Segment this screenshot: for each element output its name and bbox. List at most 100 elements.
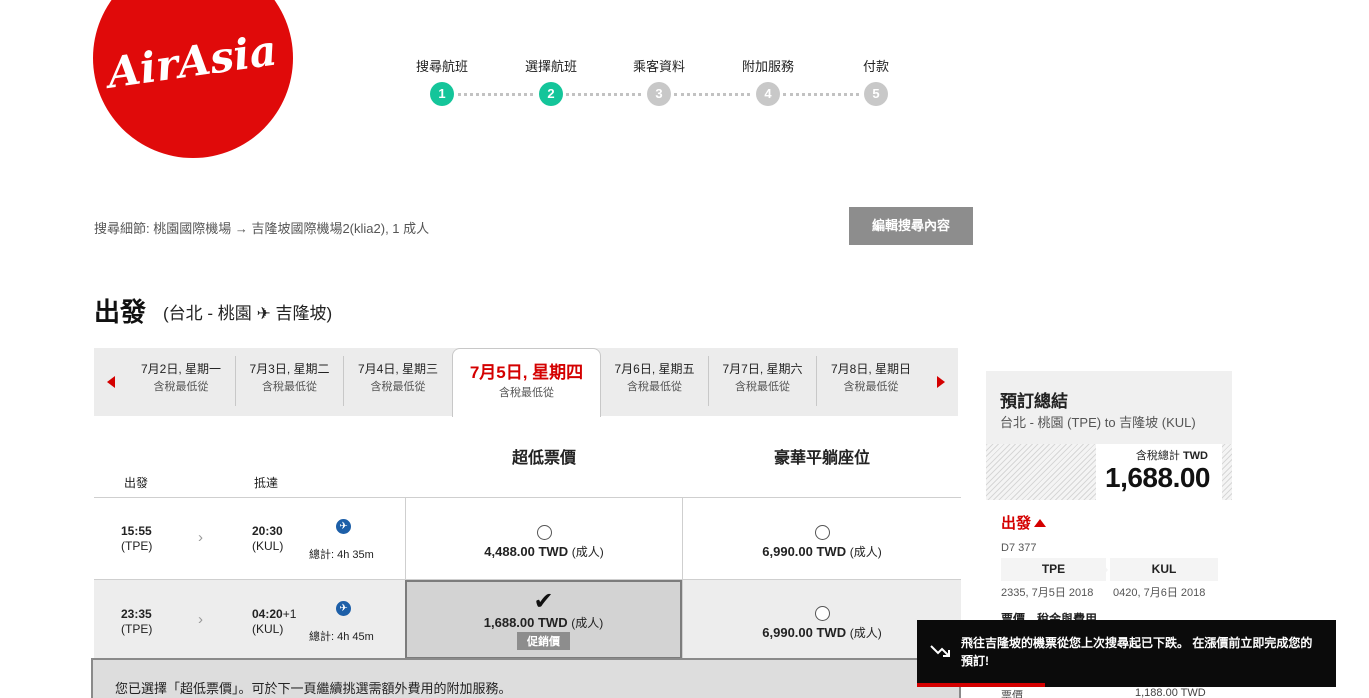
toast-message: 飛往吉隆坡的機票從您上次搜尋起已下跌。 在漲價前立即完成您的預訂!	[961, 636, 1313, 668]
date-selector: 7月2日, 星期一 含稅最低從 7月3日, 星期二 含稅最低從 7月4日, 星期…	[94, 348, 958, 417]
depart-time: 15:55	[121, 524, 152, 538]
segment-destination: KUL	[1110, 558, 1218, 581]
economy-fare-option[interactable]: 4,488.00 TWD (成人)	[405, 498, 682, 579]
step-number: 4	[756, 82, 780, 106]
price-amount: 4,488.00 TWD	[484, 544, 569, 559]
date-tab-active[interactable]: 7月5日, 星期四 含稅最低從	[452, 348, 601, 417]
economy-fare-price: 1,688.00 TWD (成人)	[407, 614, 680, 631]
caret-up-icon	[1034, 519, 1047, 527]
date-tab[interactable]: 7月8日, 星期日 含稅最低從	[817, 356, 925, 406]
date-tab-price-label: 含稅最低從	[153, 381, 209, 393]
price-unit: (成人)	[849, 545, 882, 559]
segment-arrive-time: 0420, 7月6日 2018	[1113, 587, 1206, 599]
step-number: 2	[539, 82, 563, 106]
step-select-flight[interactable]: 選擇航班 2	[511, 58, 591, 106]
date-tab-price-label: 含稅最低從	[370, 381, 426, 393]
airplane-icon[interactable]: ✈	[336, 601, 351, 616]
promo-badge: 促銷價	[517, 632, 570, 650]
date-tab-date: 7月6日, 星期五	[614, 362, 695, 376]
premium-fare-radio[interactable]	[814, 606, 830, 621]
date-tab-date: 7月8日, 星期日	[830, 362, 912, 376]
airasia-logo[interactable]: AirAsia	[93, 0, 293, 158]
economy-fare-price: 4,488.00 TWD (成人)	[406, 543, 682, 560]
price-unit: (成人)	[849, 626, 882, 640]
arrive-time: 04:20+1	[252, 607, 296, 621]
date-tab-price-label: 含稅最低從	[843, 381, 899, 393]
fare-value: 1,188.00 TWD	[1135, 687, 1206, 698]
airasia-logo-wordmark: AirAsia	[101, 25, 280, 98]
premium-fare-option[interactable]: 6,990.00 TWD (成人)	[682, 498, 961, 579]
date-tab-price-label: 含稅最低從	[262, 381, 317, 393]
date-tab[interactable]: 7月6日, 星期五 含稅最低從	[601, 356, 709, 406]
date-tab-date: 7月3日, 星期二	[249, 362, 330, 376]
date-tab-date: 7月4日, 星期三	[357, 362, 439, 376]
premium-fare-header: 豪華平躺座位	[773, 450, 870, 467]
date-tab-price-label: 含稅最低從	[735, 381, 790, 393]
hatch-pattern	[1222, 444, 1232, 500]
total-label: 含稅總計 TWD	[1136, 447, 1208, 463]
price-amount: 6,990.00 TWD	[762, 544, 847, 559]
arrive-time: 20:30	[252, 524, 283, 538]
economy-fare-radio[interactable]	[536, 525, 552, 540]
depart-airport: (TPE)	[121, 539, 153, 553]
total-currency: TWD	[1182, 450, 1208, 462]
flight-row: 15:55 (TPE) › 20:30 (KUL) ✈ 總計: 4h 35m 4…	[94, 498, 961, 580]
summary-total: 含稅總計 TWD 1,688.00	[986, 444, 1232, 500]
step-passenger-info: 乘客資料 3	[619, 58, 699, 106]
chevron-right-icon: ›	[198, 611, 203, 628]
flight-duration: 總計: 4h 35m	[309, 549, 374, 561]
arrive-time-value: 04:20	[252, 607, 283, 621]
checkmark-icon: ✔	[533, 588, 554, 615]
svg-text:AirAsia: AirAsia	[101, 25, 280, 98]
step-payment: 付款 5	[836, 58, 916, 106]
hatch-pattern	[986, 444, 1096, 500]
price-unit: (成人)	[571, 616, 604, 630]
step-label: 附加服務	[741, 59, 794, 74]
date-tab-date: 7月7日, 星期六	[722, 362, 803, 376]
date-tab-price-label: 含稅最低從	[499, 387, 554, 399]
depart-airport: (TPE)	[121, 622, 153, 636]
flight-number: D7 377	[1001, 542, 1037, 554]
date-tab[interactable]: 7月7日, 星期六 含稅最低從	[709, 356, 817, 406]
summary-route: 台北 - 桃園 (TPE) to 吉隆坡 (KUL)	[1000, 415, 1196, 430]
date-tab[interactable]: 7月2日, 星期一 含稅最低從	[127, 356, 236, 406]
step-label: 付款	[862, 59, 889, 74]
previous-dates-arrow-icon[interactable]	[107, 376, 115, 388]
flight-list: 15:55 (TPE) › 20:30 (KUL) ✈ 總計: 4h 35m 4…	[94, 497, 961, 659]
price-unit: (成人)	[571, 545, 604, 559]
segment-arrow-icon	[1098, 558, 1108, 581]
depart-toggle[interactable]: 出發	[1001, 512, 1047, 533]
arrive-column-header: 抵達	[254, 476, 279, 490]
date-tab[interactable]: 7月3日, 星期二 含稅最低從	[236, 356, 344, 406]
section-route: (台北 - 桃園 ✈ 吉隆坡)	[163, 304, 333, 323]
step-number: 5	[864, 82, 888, 106]
next-dates-arrow-icon[interactable]	[937, 376, 945, 388]
step-number: 3	[647, 82, 671, 106]
step-label: 乘客資料	[632, 59, 685, 74]
trending-down-icon	[930, 645, 950, 657]
price-drop-toast[interactable]: 飛往吉隆坡的機票從您上次搜尋起已下跌。 在漲價前立即完成您的預訂!	[917, 620, 1336, 687]
premium-fare-radio[interactable]	[814, 525, 830, 540]
price-amount: 6,990.00 TWD	[762, 625, 847, 640]
airplane-icon[interactable]: ✈	[336, 519, 351, 534]
step-label: 搜尋航班	[415, 59, 468, 74]
economy-fare-option-selected[interactable]: ✔ 1,688.00 TWD (成人) 促銷價	[405, 580, 682, 659]
depart-time: 23:35	[121, 607, 152, 621]
segment-depart-time: 2335, 7月5日 2018	[1001, 587, 1094, 599]
flight-duration: 總計: 4h 45m	[309, 631, 374, 643]
arrive-airport: (KUL)	[252, 539, 284, 553]
date-tab-date: 7月2日, 星期一	[140, 362, 222, 376]
segment-origin: TPE	[1001, 558, 1106, 581]
step-search-flights[interactable]: 搜尋航班 1	[402, 58, 482, 106]
date-tab-date: 7月5日, 星期四	[469, 363, 584, 382]
section-title: 出發	[94, 297, 147, 327]
flight-row-selected: 23:35 (TPE) › 04:20+1 (KUL) ✈ 總計: 4h 45m…	[94, 580, 961, 659]
edit-search-button[interactable]: 編輯搜尋內容	[849, 207, 973, 245]
premium-fare-price: 6,990.00 TWD (成人)	[683, 543, 961, 560]
economy-fare-header: 超低票價	[511, 450, 576, 467]
price-amount: 1,688.00 TWD	[483, 615, 568, 630]
toast-timer-bar	[917, 683, 1045, 687]
date-tab[interactable]: 7月4日, 星期三 含稅最低從	[344, 356, 452, 406]
chevron-right-icon: ›	[198, 529, 203, 546]
search-details-text: 搜尋細節: 桃園國際機場 → 吉隆坡國際機場2(klia2), 1 成人	[94, 221, 430, 236]
